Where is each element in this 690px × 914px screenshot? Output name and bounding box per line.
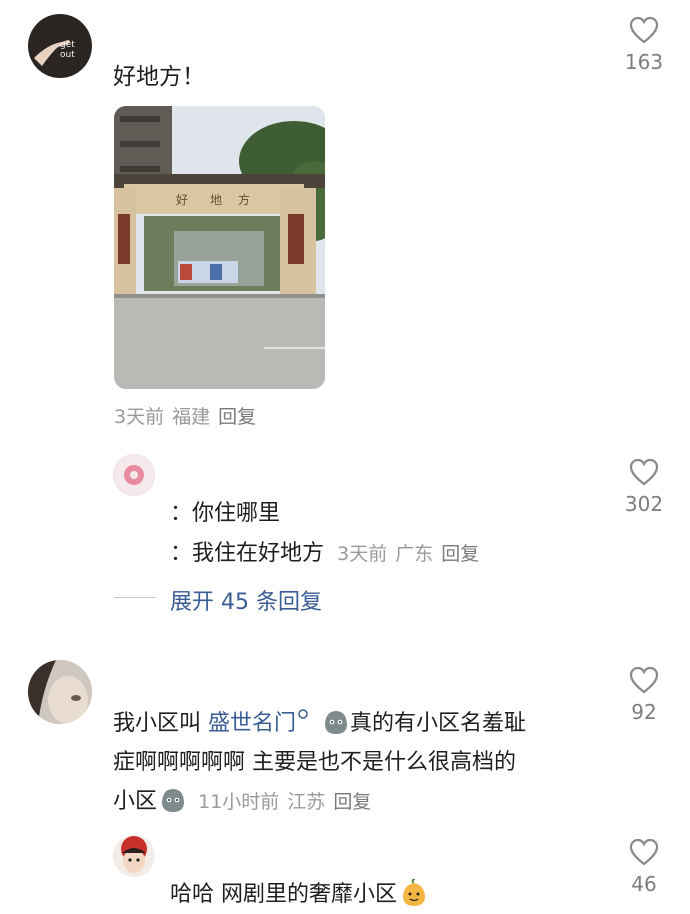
- heart-icon: [629, 458, 659, 486]
- comment-time: 3天前: [337, 543, 388, 565]
- like-button[interactable]: 92: [609, 666, 679, 724]
- comment-line: 小区 11小时前 江苏 回复: [113, 783, 379, 815]
- svg-text:方: 方: [238, 192, 250, 207]
- photo-gate: 好 地 方: [114, 106, 325, 389]
- svg-text:好: 好: [176, 193, 188, 207]
- emoji-sweat-icon: [162, 789, 185, 812]
- reply-line: 哈哈 网剧里的奢靡小区: [170, 876, 428, 908]
- expand-divider: [114, 597, 156, 598]
- reply-button[interactable]: 回复: [218, 406, 256, 428]
- emoji-sweat-icon: [325, 711, 348, 734]
- avatar[interactable]: [113, 835, 155, 877]
- avatar[interactable]: get out: [28, 14, 92, 78]
- like-button[interactable]: 163: [609, 16, 679, 74]
- like-count: 92: [631, 700, 657, 724]
- comment-text: 真的有小区名羞耻: [350, 711, 527, 736]
- face-photo: [28, 660, 92, 724]
- comment-location: 江苏: [287, 791, 326, 813]
- comment-text: 症啊啊啊啊啊 主要是也不是什么很高档的: [113, 750, 516, 775]
- reply-text: ：我住在好地方: [170, 541, 325, 566]
- heart-icon: [629, 16, 659, 44]
- donut-icon: [124, 465, 144, 485]
- comment-time: 3天前: [114, 406, 165, 428]
- expand-replies-button[interactable]: 展开 45 条回复: [170, 584, 322, 616]
- avatar[interactable]: [28, 660, 92, 724]
- reply-text: 哈哈 网剧里的奢靡小区: [170, 882, 397, 907]
- like-count: 302: [624, 492, 664, 516]
- child-avatar: [121, 836, 147, 873]
- heart-icon: [629, 666, 659, 694]
- emoji-pear-icon: [403, 879, 425, 906]
- avatar-text: get out: [60, 40, 75, 60]
- reply-button[interactable]: 回复: [333, 791, 371, 813]
- reply-text: ：你住哪里: [170, 501, 281, 526]
- comment-location: 广东: [395, 543, 434, 565]
- comment-meta: 3天前 福建 回复: [114, 402, 264, 429]
- search-tag-icon: [298, 709, 308, 719]
- like-count: 163: [624, 50, 664, 74]
- comment-text: 我小区叫: [113, 711, 208, 736]
- comment-text: 小区: [113, 789, 158, 814]
- community-link[interactable]: 盛世名门: [208, 711, 296, 736]
- reply-line: ：我住在好地方 3天前 广东 回复: [170, 535, 487, 567]
- comment-location: 福建: [172, 406, 211, 428]
- like-button[interactable]: 46: [609, 838, 679, 896]
- comment-line: 我小区叫 盛世名门 真的有小区名羞耻: [113, 705, 526, 737]
- avatar[interactable]: [113, 454, 155, 496]
- comment-time: 11小时前: [198, 791, 280, 813]
- like-button[interactable]: 302: [609, 458, 679, 516]
- svg-text:地: 地: [210, 193, 222, 207]
- reply-button[interactable]: 回复: [441, 543, 479, 565]
- heart-icon: [629, 838, 659, 866]
- comment-text: 好地方！: [113, 64, 205, 90]
- comment-image[interactable]: 好 地 方: [114, 106, 325, 389]
- like-count: 46: [631, 872, 657, 896]
